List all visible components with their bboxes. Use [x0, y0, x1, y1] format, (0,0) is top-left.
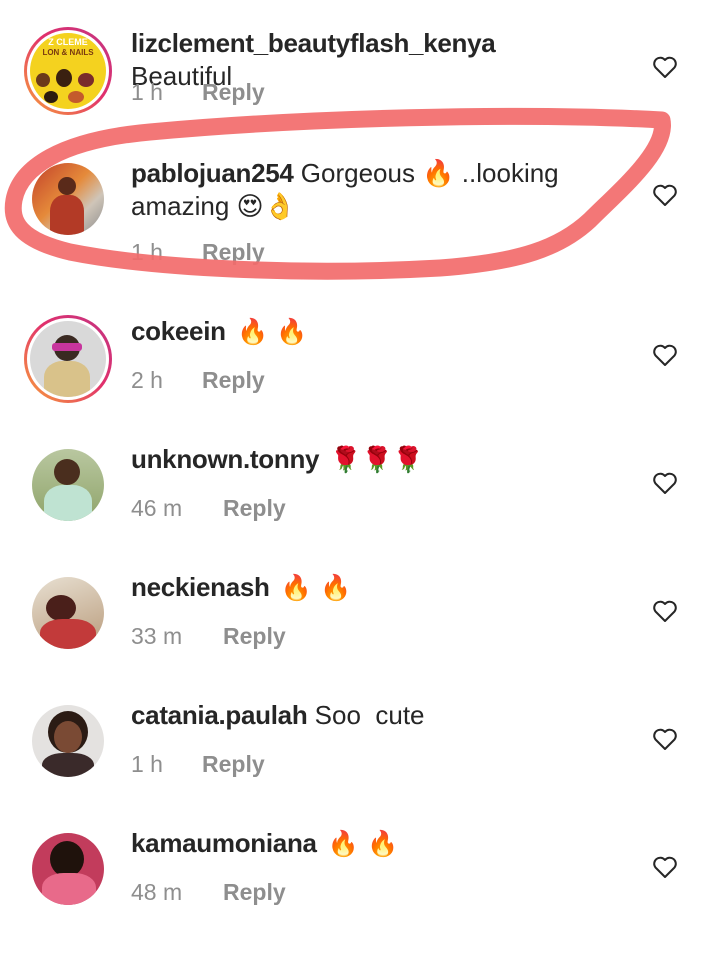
comment-meta: 33 m Reply	[131, 623, 286, 650]
avatar[interactable]	[24, 827, 112, 915]
comment-username[interactable]: kamaumoniana	[131, 828, 317, 858]
comment-text: neckienash 🔥 🔥	[131, 571, 601, 604]
avatar[interactable]	[24, 315, 112, 403]
salon-logo-avatar: Z CLEME LON & NAILS	[30, 33, 106, 109]
comment-item: Z CLEME LON & NAILS lizclement_beautyfla…	[0, 27, 720, 155]
comment-meta: 2 h Reply	[131, 367, 265, 394]
reply-button[interactable]: Reply	[202, 79, 265, 106]
user-avatar	[32, 163, 104, 235]
comment-username[interactable]: pablojuan254	[131, 158, 294, 188]
heart-outline-icon[interactable]	[652, 471, 678, 495]
comment-time: 46 m	[131, 495, 183, 521]
comment-time: 1 h	[131, 79, 163, 105]
user-avatar	[32, 705, 104, 777]
comment-item: cokeein 🔥 🔥 2 h Reply	[0, 315, 720, 443]
comment-text: cokeein 🔥 🔥	[131, 315, 601, 348]
comment-meta: 1 h Reply	[131, 751, 265, 778]
comment-time: 48 m	[131, 879, 183, 905]
comment-item: kamaumoniana 🔥 🔥 48 m Reply	[0, 827, 720, 955]
comment-meta: 1 h Reply	[131, 79, 265, 106]
avatar[interactable]	[24, 571, 112, 659]
comment-username[interactable]: cokeein	[131, 316, 226, 346]
comment-username[interactable]: unknown.tonny	[131, 444, 319, 474]
avatar[interactable]	[24, 157, 112, 245]
comment-body: Soo cute	[314, 700, 425, 730]
reply-button[interactable]: Reply	[223, 495, 286, 522]
heart-outline-icon[interactable]	[652, 183, 678, 207]
comment-username[interactable]: neckienash	[131, 572, 270, 602]
comment-meta: 1 h Reply	[131, 239, 265, 266]
heart-outline-icon[interactable]	[652, 55, 678, 79]
reply-button[interactable]: Reply	[202, 367, 265, 394]
comment-item: unknown.tonny 🌹🌹🌹 46 m Reply	[0, 443, 720, 571]
avatar[interactable]	[24, 443, 112, 531]
comment-item: catania.paulah Soo cute 1 h Reply	[0, 699, 720, 827]
heart-outline-icon[interactable]	[652, 343, 678, 367]
user-avatar	[30, 321, 106, 397]
comment-text: catania.paulah Soo cute	[131, 699, 601, 732]
comment-body: 🔥 🔥	[327, 829, 399, 858]
comment-time: 1 h	[131, 751, 163, 777]
avatar[interactable]: Z CLEME LON & NAILS	[24, 27, 112, 115]
comment-meta: 46 m Reply	[131, 495, 286, 522]
comment-text: pablojuan254 Gorgeous 🔥 ..looking amazin…	[131, 157, 601, 223]
heart-outline-icon[interactable]	[652, 599, 678, 623]
comment-item: neckienash 🔥 🔥 33 m Reply	[0, 571, 720, 699]
reply-button[interactable]: Reply	[202, 239, 265, 266]
comment-username[interactable]: lizclement_beautyflash_kenya	[131, 28, 496, 58]
reply-button[interactable]: Reply	[223, 623, 286, 650]
comment-username[interactable]: catania.paulah	[131, 700, 308, 730]
comment-meta: 48 m Reply	[131, 879, 286, 906]
heart-outline-icon[interactable]	[652, 727, 678, 751]
comment-text: unknown.tonny 🌹🌹🌹	[131, 443, 601, 476]
user-avatar	[32, 449, 104, 521]
comment-text: kamaumoniana 🔥 🔥	[131, 827, 601, 860]
user-avatar	[32, 577, 104, 649]
comment-body: 🔥 🔥	[236, 317, 308, 346]
comment-body: 🔥 🔥	[280, 573, 352, 602]
comment-time: 33 m	[131, 623, 183, 649]
comment-time: 2 h	[131, 367, 163, 393]
reply-button[interactable]: Reply	[223, 879, 286, 906]
reply-button[interactable]: Reply	[202, 751, 265, 778]
heart-outline-icon[interactable]	[652, 855, 678, 879]
comment-body: 🌹🌹🌹	[330, 445, 424, 474]
comment-time: 1 h	[131, 239, 163, 265]
user-avatar	[32, 833, 104, 905]
comment-item: pablojuan254 Gorgeous 🔥 ..looking amazin…	[0, 157, 720, 285]
avatar[interactable]	[24, 699, 112, 787]
